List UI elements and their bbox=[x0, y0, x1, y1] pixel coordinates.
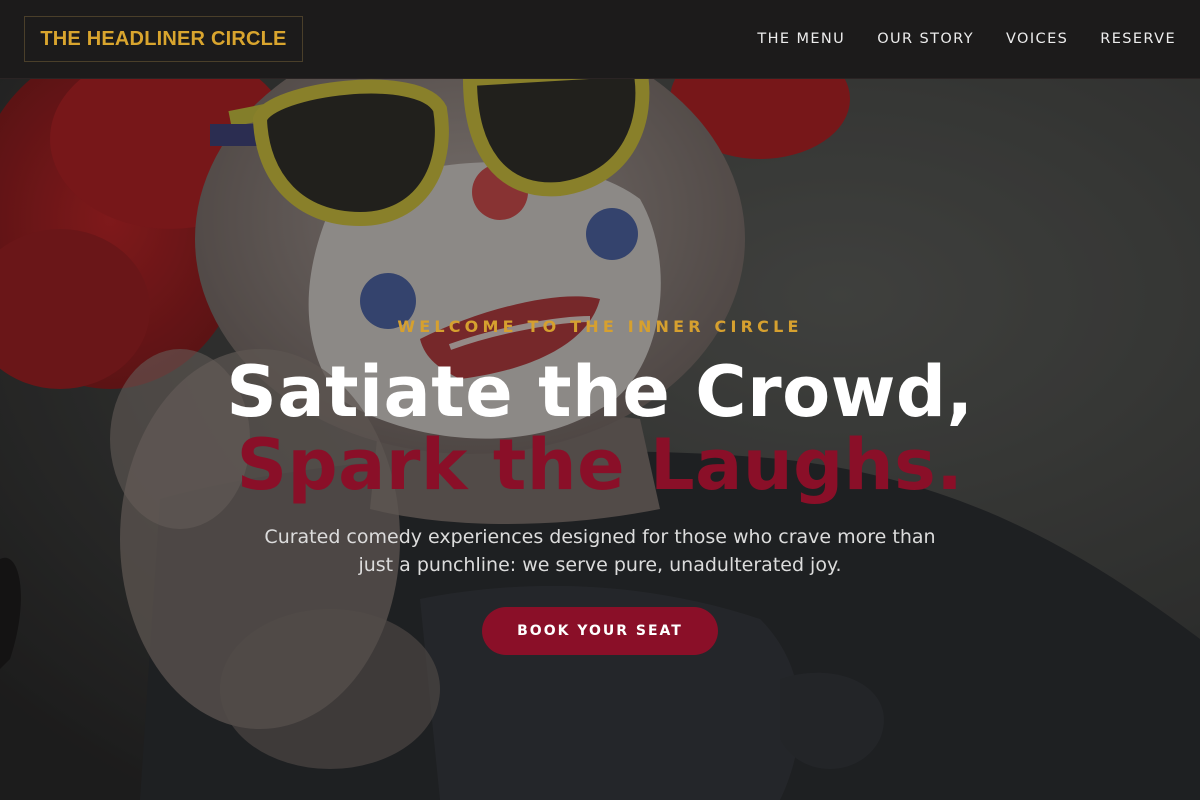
nav-link-our-story[interactable]: OUR STORY bbox=[877, 28, 974, 50]
hero-headline-accent: Spark the Laughs. bbox=[236, 424, 964, 506]
book-your-seat-button[interactable]: BOOK YOUR SEAT bbox=[482, 607, 718, 655]
hero-subtitle: Curated comedy experiences designed for … bbox=[264, 526, 936, 576]
nav-link-voices[interactable]: VOICES bbox=[1006, 28, 1068, 50]
brand-logo[interactable]: THE HEADLINER CIRCLE bbox=[24, 16, 303, 62]
nav-link-the-menu[interactable]: THE MENU bbox=[757, 28, 845, 50]
main-nav: THE MENU OUR STORY VOICES RESERVE bbox=[725, 28, 1176, 50]
hero-section: WELCOME TO THE INNER CIRCLE Satiate the … bbox=[0, 79, 1200, 800]
top-navigation-bar: THE HEADLINER CIRCLE THE MENU OUR STORY … bbox=[0, 0, 1200, 79]
hero-content: WELCOME TO THE INNER CIRCLE Satiate the … bbox=[0, 79, 1200, 800]
hero-headline-primary: Satiate the Crowd, bbox=[226, 351, 974, 433]
hero-eyebrow: WELCOME TO THE INNER CIRCLE bbox=[397, 317, 803, 336]
nav-link-reserve[interactable]: RESERVE bbox=[1100, 28, 1176, 50]
